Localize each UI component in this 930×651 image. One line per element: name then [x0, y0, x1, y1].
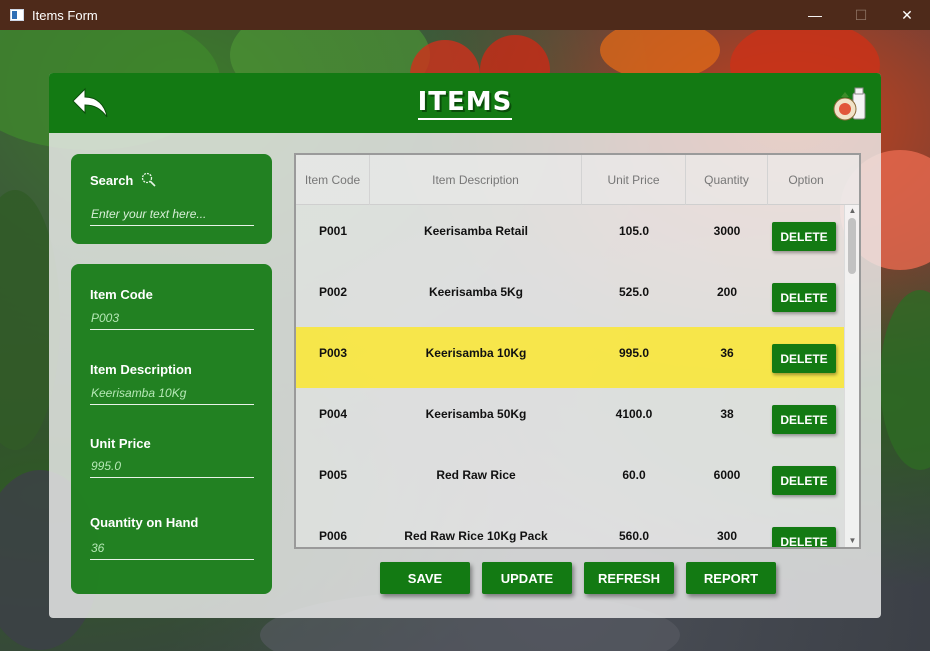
cell-quantity: 36	[720, 346, 734, 360]
minimize-button[interactable]: —	[792, 0, 838, 30]
cell-quantity: 3000	[713, 224, 741, 238]
cell-item-description: Keerisamba 10Kg	[425, 346, 527, 360]
table-row[interactable]: P001 Keerisamba Retail 105.0 3000 DELETE	[296, 205, 844, 266]
window-controls: — ☐ ✕	[792, 0, 930, 30]
window-title: Items Form	[32, 7, 98, 23]
cell-unit-price: 4100.0	[615, 407, 653, 421]
column-header-quantity[interactable]: Quantity	[686, 155, 768, 205]
page-title: ITEMS	[49, 87, 881, 120]
search-label: Search	[90, 172, 157, 188]
delete-button[interactable]: DELETE	[772, 466, 836, 495]
maximize-button[interactable]: ☐	[838, 0, 884, 30]
window-titlebar: Items Form — ☐ ✕	[0, 0, 930, 30]
scroll-down-icon[interactable]: ▼	[845, 535, 859, 547]
save-button[interactable]: SAVE	[380, 562, 470, 594]
search-label-text: Search	[90, 173, 134, 188]
item-description-field[interactable]	[90, 381, 254, 405]
item-form-panel: Item Code Item Description Unit Price Qu…	[71, 264, 272, 594]
table-header: Item Code Item Description Unit Price Qu…	[296, 155, 859, 205]
cell-unit-price: 60.0	[622, 468, 646, 482]
cell-item-code: P004	[318, 407, 348, 421]
cell-unit-price: 525.0	[618, 285, 650, 299]
table-row[interactable]: P004 Keerisamba 50Kg 4100.0 38 DELETE	[296, 388, 844, 449]
delete-button[interactable]: DELETE	[772, 222, 836, 251]
cell-item-code: P006	[318, 529, 348, 543]
cell-item-description: Red Raw Rice	[436, 468, 516, 482]
cell-unit-price: 995.0	[618, 346, 650, 360]
item-description-label: Item Description	[90, 362, 192, 377]
scrollbar-thumb[interactable]	[848, 218, 856, 274]
cell-quantity: 200	[716, 285, 738, 299]
cell-item-description: Keerisamba 50Kg	[425, 407, 527, 421]
delete-button[interactable]: DELETE	[772, 283, 836, 312]
cell-unit-price: 560.0	[618, 529, 650, 543]
scroll-up-icon[interactable]: ▲	[845, 205, 859, 217]
delete-button[interactable]: DELETE	[772, 527, 836, 547]
cell-quantity: 38	[720, 407, 734, 421]
quantity-on-hand-label: Quantity on Hand	[90, 515, 199, 530]
grocery-icon	[833, 87, 866, 121]
cell-item-code: P003	[318, 346, 348, 360]
column-header-item-description[interactable]: Item Description	[370, 155, 582, 205]
cell-item-description: Keerisamba 5Kg	[428, 285, 524, 299]
cell-quantity: 300	[716, 529, 738, 543]
quantity-on-hand-field[interactable]	[90, 536, 254, 560]
cell-item-description: Red Raw Rice 10Kg Pack	[404, 529, 548, 543]
refresh-button[interactable]: REFRESH	[584, 562, 674, 594]
column-header-unit-price[interactable]: Unit Price	[582, 155, 686, 205]
report-button[interactable]: REPORT	[686, 562, 776, 594]
table-row[interactable]: P006 Red Raw Rice 10Kg Pack 560.0 300 DE…	[296, 510, 844, 547]
cell-item-code: P002	[318, 285, 348, 299]
search-icon[interactable]	[141, 172, 157, 188]
column-header-item-code[interactable]: Item Code	[296, 155, 370, 205]
search-input[interactable]	[90, 202, 254, 226]
cell-item-description: Keerisamba Retail	[423, 224, 529, 238]
cell-unit-price: 105.0	[618, 224, 650, 238]
cell-item-code: P005	[318, 468, 348, 482]
page-title-text: ITEMS	[417, 87, 513, 120]
items-table[interactable]: Item Code Item Description Unit Price Qu…	[294, 153, 861, 549]
delete-button[interactable]: DELETE	[772, 405, 836, 434]
cell-quantity: 6000	[713, 468, 741, 482]
item-code-field[interactable]	[90, 306, 254, 330]
app-window-icon	[10, 9, 24, 21]
unit-price-field[interactable]	[90, 454, 254, 478]
item-code-label: Item Code	[90, 287, 153, 302]
table-scrollbar[interactable]: ▲ ▼	[844, 205, 859, 547]
table-row-selected[interactable]: P003 Keerisamba 10Kg 995.0 36 DELETE	[296, 327, 844, 388]
table-row[interactable]: P002 Keerisamba 5Kg 525.0 200 DELETE	[296, 266, 844, 327]
unit-price-label: Unit Price	[90, 436, 151, 451]
update-button[interactable]: UPDATE	[482, 562, 572, 594]
search-panel: Search	[71, 154, 272, 244]
delete-button[interactable]: DELETE	[772, 344, 836, 373]
header-bar: ITEMS	[49, 73, 881, 133]
close-button[interactable]: ✕	[884, 0, 930, 30]
table-row[interactable]: P005 Red Raw Rice 60.0 6000 DELETE	[296, 449, 844, 510]
items-card: ITEMS Search Item Code Item Description …	[49, 73, 881, 618]
cell-item-code: P001	[318, 224, 348, 238]
column-header-option: Option	[788, 173, 824, 187]
